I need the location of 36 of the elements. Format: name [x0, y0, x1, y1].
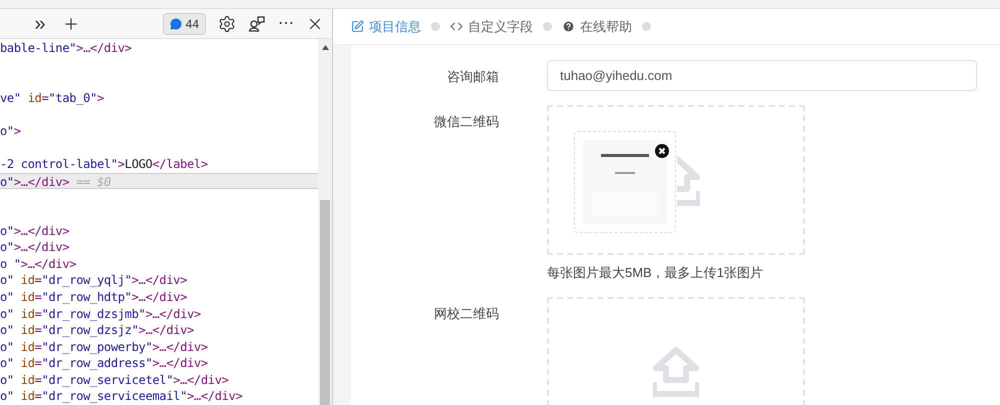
code-line[interactable]: o" id="dr_row_servicetel">…</div>: [0, 372, 318, 388]
edit-icon: [351, 20, 364, 33]
more-tabs-button[interactable]: »: [30, 14, 50, 34]
code-line[interactable]: -2 control-label">LOGO</label>: [0, 156, 318, 173]
code-icon: [450, 20, 463, 33]
code-line[interactable]: ve" id="tab_0">: [0, 90, 318, 106]
code-line[interactable]: o">…</div>: [0, 239, 318, 256]
field-label: 咨询邮箱: [447, 69, 499, 84]
help-icon: [562, 20, 575, 33]
code-line[interactable]: o" id="dr_row_dzsjz">…</div>: [0, 322, 318, 339]
scroll-up-icon[interactable]: [322, 45, 328, 50]
more-button[interactable]: ⋯: [278, 16, 294, 32]
code-line[interactable]: o ">…</div>: [0, 256, 318, 272]
code-line[interactable]: o" id="dr_row_address">…</div>: [0, 355, 318, 372]
close-icon[interactable]: [655, 144, 669, 158]
message-icon: [170, 18, 182, 30]
code-line[interactable]: o" id="dr_row_hdtp">…</div>: [0, 288, 318, 306]
settings-button[interactable]: [218, 14, 236, 32]
code-line[interactable]: o" id="dr_row_serviceemail">…</div>: [0, 388, 318, 405]
code-line[interactable]: o" id="dr_row_dzsjmb">…</div>: [0, 306, 318, 322]
code-line[interactable]: o">…</div>: [0, 222, 318, 240]
code-line[interactable]: o" id="dr_row_powerby">…</div>: [0, 338, 318, 356]
field-label: 网校二维码: [434, 306, 499, 320]
scrollbar[interactable]: [318, 39, 332, 405]
feedback-icon[interactable]: [248, 14, 266, 32]
upload-hint: 每张图片最大5MB，最多上传1张图片: [547, 264, 764, 282]
field-label: 微信二维码: [434, 114, 499, 129]
code-line[interactable]: o" id="dr_row_yqlj">…</div>: [0, 272, 318, 289]
code-line[interactable]: bable-line">…</div>: [0, 40, 318, 57]
tab[interactable]: 在线帮助: [562, 16, 632, 36]
email-field[interactable]: tuhao@yihedu.com: [547, 60, 977, 91]
upload-icon: [677, 156, 700, 206]
upload-icon: [653, 346, 699, 396]
issues-button[interactable]: 44: [162, 12, 206, 34]
code-line[interactable]: o">: [0, 122, 318, 140]
tab[interactable]: 自定义字段: [450, 16, 533, 36]
